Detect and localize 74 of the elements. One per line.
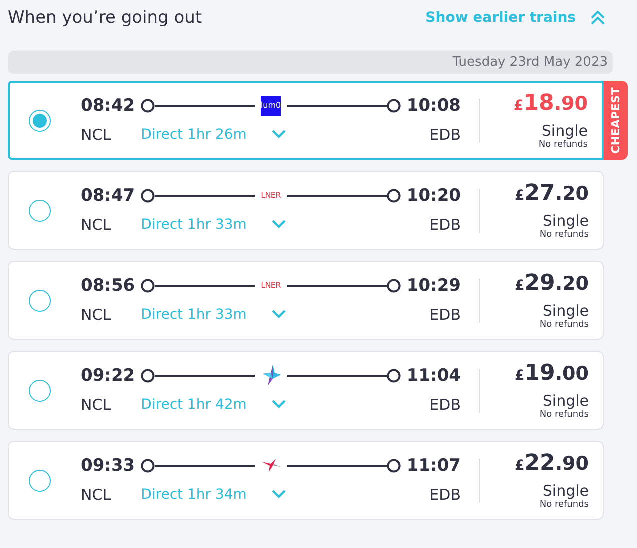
refund-note: No refunds bbox=[540, 410, 589, 420]
radio-button[interactable] bbox=[29, 290, 51, 312]
journey-card[interactable]: 09:22 11:04 NCL Direct 1hr 42m EDB £19.00 Single No refunds bbox=[8, 351, 604, 430]
ticket-type: Single bbox=[542, 212, 589, 230]
show-earlier-trains-link[interactable]: Show earlier trains bbox=[426, 10, 606, 26]
arrival-time: 11:07 bbox=[406, 456, 461, 476]
fare-price: £22.90 bbox=[514, 452, 589, 478]
departure-time: 09:33 bbox=[81, 456, 136, 476]
departure-time: 08:42 bbox=[81, 96, 136, 116]
destination-code: EDB bbox=[430, 216, 461, 234]
operator-logo: lum0 bbox=[261, 96, 281, 116]
station-node-icon bbox=[386, 458, 401, 472]
radio-button[interactable] bbox=[29, 380, 51, 402]
duration-link[interactable]: Direct 1hr 33m bbox=[141, 216, 247, 232]
arrival-time: 11:04 bbox=[406, 366, 461, 386]
chevron-down-icon bbox=[270, 220, 287, 229]
radio-button[interactable] bbox=[29, 110, 51, 132]
station-node-icon bbox=[141, 458, 156, 472]
journey-card[interactable]: 08:47 LNER 10:20 NCL Direct 1hr 33m EDB £27.20 Single No refunds bbox=[8, 171, 604, 250]
date-text: Tuesday 23rd May 2023 bbox=[452, 55, 608, 70]
chevron-down-icon bbox=[270, 490, 287, 499]
operator-logo: LNER bbox=[261, 191, 281, 200]
refund-note: No refunds bbox=[538, 140, 588, 150]
cheapest-tag: CHEAPEST bbox=[604, 81, 628, 160]
origin-code: NCL bbox=[81, 126, 112, 144]
arrival-time: 10:20 bbox=[406, 186, 461, 206]
departure-time: 09:22 bbox=[81, 366, 136, 386]
station-node-icon bbox=[386, 368, 401, 382]
station-node-icon bbox=[386, 98, 401, 112]
refund-note: No refunds bbox=[540, 230, 589, 240]
fare-price: £18.90 bbox=[514, 92, 588, 118]
ticket-type: Single bbox=[542, 392, 589, 410]
ticket-type: Single bbox=[542, 122, 588, 140]
fare-price: £29.20 bbox=[514, 272, 589, 298]
radio-button[interactable] bbox=[29, 470, 51, 492]
operator-logo: LNER bbox=[261, 281, 281, 290]
station-node-icon bbox=[141, 188, 156, 202]
double-chevron-up-icon bbox=[590, 11, 606, 25]
destination-code: EDB bbox=[430, 396, 461, 414]
origin-code: NCL bbox=[81, 216, 112, 234]
fare-price: £19.00 bbox=[514, 362, 589, 388]
chevron-down-icon bbox=[270, 310, 287, 319]
departure-time: 08:56 bbox=[81, 276, 136, 296]
section-title: When you’re going out bbox=[8, 8, 202, 28]
journey-card[interactable]: 08:42 lum0 10:08 NCL Direct 1hr 26m EDB £18.90 Single No refunds bbox=[8, 81, 604, 160]
arrival-time: 10:08 bbox=[406, 96, 461, 116]
departure-time: 08:47 bbox=[81, 186, 136, 206]
destination-code: EDB bbox=[430, 306, 461, 324]
station-node-icon bbox=[386, 188, 401, 202]
arrival-time: 10:29 bbox=[406, 276, 461, 296]
refund-note: No refunds bbox=[540, 500, 589, 510]
destination-code: EDB bbox=[430, 486, 461, 504]
bird-logo-icon bbox=[260, 458, 282, 474]
fare-price: £27.20 bbox=[514, 182, 589, 208]
journey-card[interactable]: 08:56 LNER 10:29 NCL Direct 1hr 33m EDB £29.20 Single No refunds bbox=[8, 261, 604, 340]
chevron-down-icon bbox=[270, 400, 287, 409]
radio-button[interactable] bbox=[29, 200, 51, 222]
station-node-icon bbox=[141, 98, 156, 112]
ticket-type: Single bbox=[542, 482, 589, 500]
ticket-type: Single bbox=[542, 302, 589, 320]
duration-link[interactable]: Direct 1hr 33m bbox=[141, 306, 247, 322]
duration-link[interactable]: Direct 1hr 42m bbox=[141, 396, 247, 412]
chevron-down-icon bbox=[270, 130, 287, 139]
destination-code: EDB bbox=[430, 126, 461, 144]
duration-link[interactable]: Direct 1hr 26m bbox=[141, 126, 247, 142]
journey-card[interactable]: 09:33 11:07 NCL Direct 1hr 34m EDB £22.90 Single No refunds bbox=[8, 441, 604, 520]
origin-code: NCL bbox=[81, 486, 112, 504]
origin-code: NCL bbox=[81, 306, 112, 324]
station-node-icon bbox=[141, 278, 156, 292]
refund-note: No refunds bbox=[540, 320, 589, 330]
station-node-icon bbox=[386, 278, 401, 292]
origin-code: NCL bbox=[81, 396, 112, 414]
station-node-icon bbox=[141, 368, 156, 382]
duration-link[interactable]: Direct 1hr 34m bbox=[141, 486, 247, 502]
